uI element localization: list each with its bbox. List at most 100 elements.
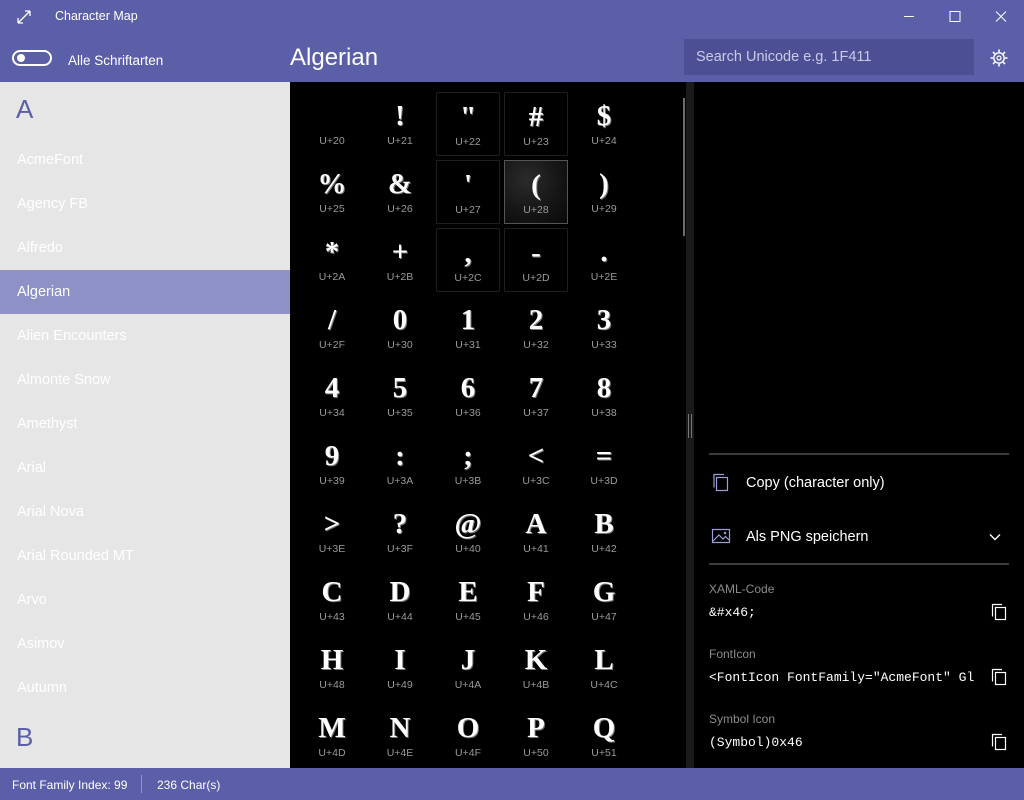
character-cell[interactable]: < U+3C	[504, 432, 568, 496]
character-glyph: $	[596, 100, 612, 132]
character-cell[interactable]: & U+26	[368, 160, 432, 224]
font-item[interactable]: Arial	[0, 446, 290, 490]
character-cell[interactable]: ! U+21	[368, 92, 432, 156]
font-item[interactable]: Alfredo	[0, 226, 290, 270]
character-cell[interactable]: 6 U+36	[436, 364, 500, 428]
character-cell[interactable]: U+20	[300, 92, 364, 156]
minimize-button[interactable]	[886, 0, 932, 34]
character-cell[interactable]: E U+45	[436, 568, 500, 632]
character-cell[interactable]: 9 U+39	[300, 432, 364, 496]
character-code: U+38	[591, 407, 617, 419]
character-cell[interactable]: A U+41	[504, 500, 568, 564]
character-glyph: Q	[592, 712, 616, 744]
character-cell-selected[interactable]: (U+28	[504, 160, 568, 224]
character-glyph: C	[321, 576, 343, 608]
character-cell[interactable]: N U+4E	[368, 704, 432, 768]
font-item-selected[interactable]: Algerian	[0, 270, 290, 314]
character-cell[interactable]: B U+42	[572, 500, 636, 564]
character-cell[interactable]: 7 U+37	[504, 364, 568, 428]
font-item[interactable]: Arvo	[0, 578, 290, 622]
character-cell[interactable]: C U+43	[300, 568, 364, 632]
font-item[interactable]: Asimov	[0, 622, 290, 666]
character-cell[interactable]: " U+22	[436, 92, 500, 156]
fonticon-value: <FontIcon FontFamily="AcmeFont" Glyph="&…	[709, 670, 974, 685]
character-code: U+31	[455, 339, 481, 351]
character-code: U+3A	[386, 475, 414, 487]
copy-fonticon-icon[interactable]	[990, 667, 1008, 687]
font-item[interactable]: Arial Nova	[0, 490, 290, 534]
font-item[interactable]: Autumn	[0, 666, 290, 710]
character-glyph: O	[456, 712, 480, 744]
character-cell[interactable]: I U+49	[368, 636, 432, 700]
character-code: U+2B	[386, 271, 414, 283]
character-cell[interactable]: ) U+29	[572, 160, 636, 224]
character-glyph: G	[592, 576, 616, 608]
character-cell[interactable]: . U+2E	[572, 228, 636, 292]
character-cell[interactable]: > U+3E	[300, 500, 364, 564]
character-cell[interactable]: J U+4A	[436, 636, 500, 700]
font-item[interactable]: AcmeFont	[0, 138, 290, 182]
character-code: U+34	[319, 407, 345, 419]
xaml-code-value: &#x46;	[709, 605, 756, 620]
font-item[interactable]: Agency FB	[0, 182, 290, 226]
character-cell[interactable]: 0 U+30	[368, 296, 432, 360]
character-cell[interactable]: 5 U+35	[368, 364, 432, 428]
character-cell[interactable]: P U+50	[504, 704, 568, 768]
font-item[interactable]: Alien Encounters	[0, 314, 290, 358]
all-fonts-toggle[interactable]	[12, 50, 52, 66]
gear-icon[interactable]	[989, 48, 1009, 68]
all-fonts-toggle-label: Alle Schriftarten	[68, 53, 164, 68]
group-header-a[interactable]: A	[16, 94, 33, 125]
copy-symbol-icon[interactable]	[990, 732, 1008, 752]
maximize-button[interactable]	[932, 0, 978, 34]
font-item[interactable]: Almonte Snow	[0, 358, 290, 402]
character-cell[interactable]: ? U+3F	[368, 500, 432, 564]
font-item[interactable]: Arial Rounded MT	[0, 534, 290, 578]
copy-xaml-icon[interactable]	[990, 602, 1008, 622]
symbol-icon-value: (Symbol)0x46	[709, 735, 803, 750]
character-cell[interactable]: = U+3D	[572, 432, 636, 496]
character-cell[interactable]: K U+4B	[504, 636, 568, 700]
character-glyph: )	[599, 168, 609, 200]
character-cell[interactable]: 8 U+38	[572, 364, 636, 428]
character-cell[interactable]: 1 U+31	[436, 296, 500, 360]
group-header-b[interactable]: B	[16, 722, 33, 753]
chevron-down-icon[interactable]	[988, 530, 1002, 544]
character-cell[interactable]: F U+46	[504, 568, 568, 632]
character-glyph: K	[524, 644, 548, 676]
character-cell[interactable]: - U+2D	[504, 228, 568, 292]
character-cell[interactable]: , U+2C	[436, 228, 500, 292]
character-cell[interactable]: * U+2A	[300, 228, 364, 292]
character-cell[interactable]: D U+44	[368, 568, 432, 632]
splitter-grip[interactable]	[688, 414, 692, 438]
character-cell[interactable]: @ U+40	[436, 500, 500, 564]
character-cell[interactable]: G U+47	[572, 568, 636, 632]
character-cell[interactable]: % U+25	[300, 160, 364, 224]
character-cell[interactable]: : U+3A	[368, 432, 432, 496]
character-code: U+36	[455, 407, 481, 419]
character-cell[interactable]: L U+4C	[572, 636, 636, 700]
character-glyph: !	[395, 100, 405, 132]
character-cell[interactable]: Q U+51	[572, 704, 636, 768]
character-cell[interactable]: $ U+24	[572, 92, 636, 156]
character-cell[interactable]: # U+23	[504, 92, 568, 156]
grid-scrollbar[interactable]	[683, 98, 685, 236]
font-item[interactable]: Amethyst	[0, 402, 290, 446]
character-cell[interactable]: H U+48	[300, 636, 364, 700]
character-cell[interactable]: ; U+3B	[436, 432, 500, 496]
character-cell[interactable]: 2 U+32	[504, 296, 568, 360]
character-cell[interactable]: + U+2B	[368, 228, 432, 292]
character-cell[interactable]: 3 U+33	[572, 296, 636, 360]
character-cell[interactable]: O U+4F	[436, 704, 500, 768]
character-glyph: P	[527, 712, 545, 744]
expand-diagonal-icon[interactable]	[14, 7, 34, 27]
font-family-index: Font Family Index: 99	[12, 778, 128, 792]
close-button[interactable]	[978, 0, 1024, 34]
character-details-panel: Copy (character only) Als PNG speichern …	[694, 82, 1024, 768]
unicode-search-input[interactable]	[684, 39, 974, 75]
character-cell[interactable]: 4 U+34	[300, 364, 364, 428]
divider	[709, 563, 1009, 565]
character-cell[interactable]: M U+4D	[300, 704, 364, 768]
character-cell[interactable]: ' U+27	[436, 160, 500, 224]
character-cell[interactable]: / U+2F	[300, 296, 364, 360]
